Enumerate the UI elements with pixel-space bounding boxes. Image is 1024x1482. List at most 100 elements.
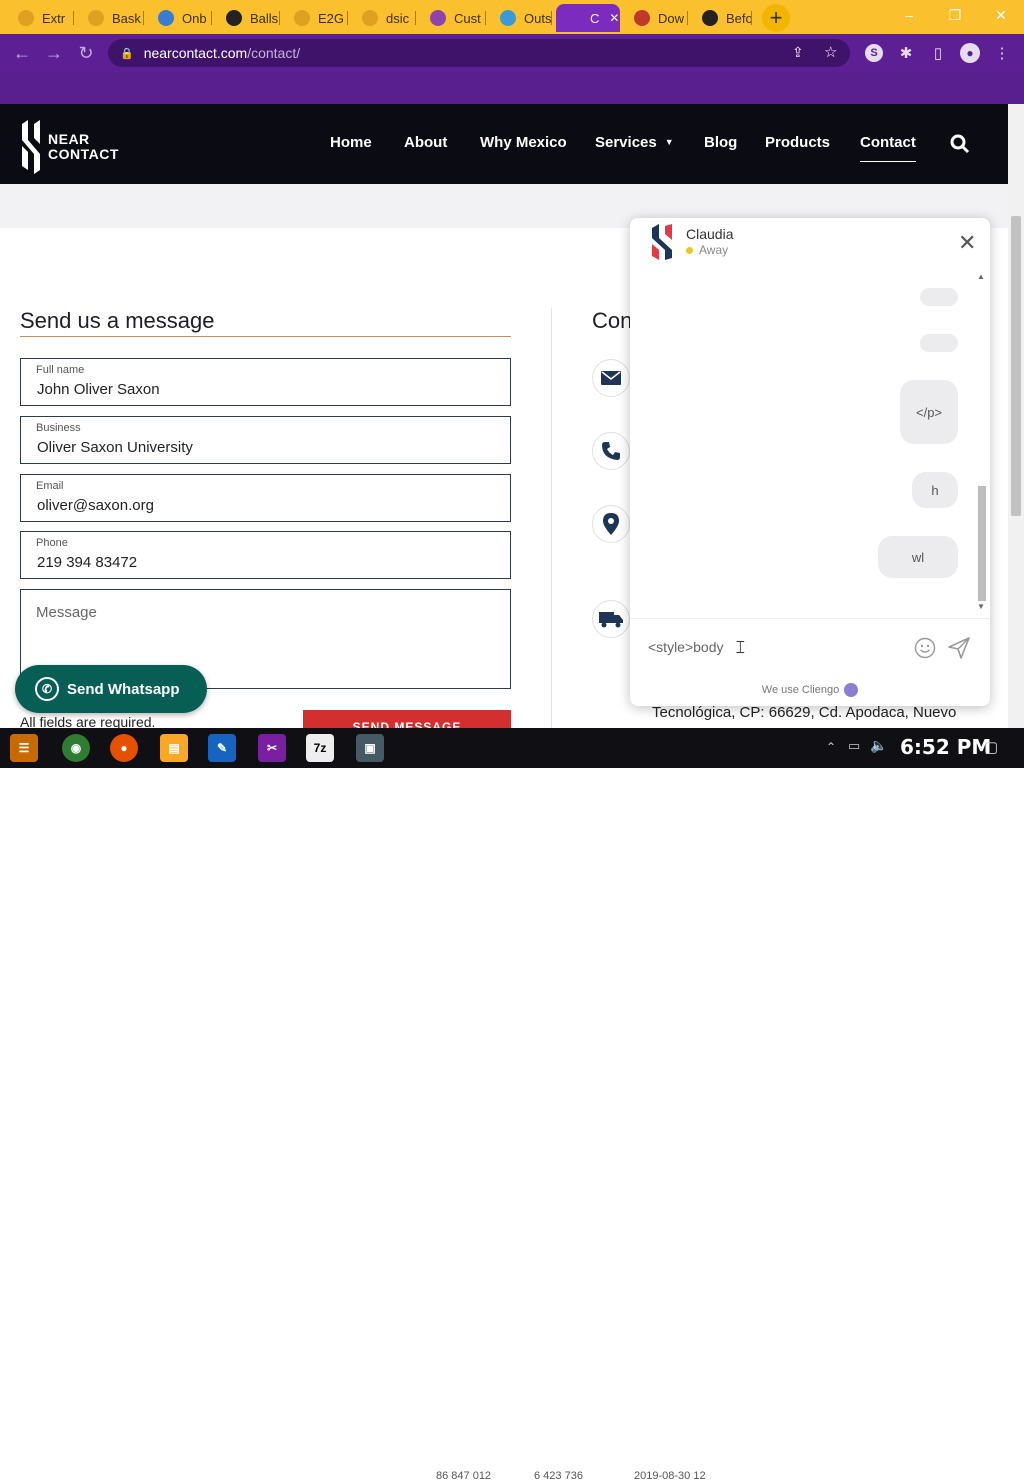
nav-why-mexico[interactable]: Why Mexico — [480, 134, 567, 151]
form-title: Send us a message — [20, 308, 215, 333]
nav-blog[interactable]: Blog — [704, 134, 737, 151]
tab-separator — [73, 11, 74, 25]
chat-header: Claudia Away ✕ — [630, 218, 990, 266]
chat-scrollbar-thumb[interactable] — [978, 486, 986, 601]
tab-separator — [751, 11, 752, 25]
tray-overflow-icon[interactable]: ⌃ — [826, 740, 836, 754]
nav-home[interactable]: Home — [330, 134, 372, 151]
cliengo-credit[interactable]: We use Cliengo — [762, 684, 839, 696]
business-field[interactable]: Business Oliver Saxon University — [20, 416, 511, 464]
full-name-field[interactable]: Full name John Oliver Saxon — [20, 358, 511, 406]
email-field[interactable]: Email oliver@saxon.org — [20, 474, 511, 522]
close-window-button[interactable]: ✕ — [978, 0, 1024, 30]
taskbar-clock[interactable]: 6:52 PM — [900, 735, 991, 759]
tab-label: Onb — [182, 10, 207, 26]
extension-s-icon[interactable]: S — [864, 43, 884, 63]
column-divider — [551, 308, 552, 728]
back-icon[interactable]: ← — [10, 42, 34, 64]
volume-icon[interactable]: 🔈 — [870, 737, 887, 754]
tab-label: Outs — [524, 10, 552, 26]
share-icon[interactable]: ⇪ — [792, 44, 804, 61]
start-button-icon[interactable]: ☰ — [10, 734, 38, 762]
tab-favicon-icon — [18, 10, 34, 26]
chat-message: wl — [878, 536, 958, 578]
phone-field[interactable]: Phone 219 394 83472 — [20, 531, 511, 579]
close-tab-icon[interactable]: ✕ — [609, 11, 619, 25]
tab-label: C — [590, 10, 600, 26]
chat-footer: We use Cliengo — [630, 674, 990, 706]
paint-taskbar-icon[interactable]: ✎ — [208, 734, 236, 762]
nearcontact-logo-icon — [22, 120, 40, 174]
browser-tab[interactable]: dsic — [352, 4, 416, 32]
address-text: Tecnológica, CP: 66629, Cd. Apodaca, Nue… — [652, 704, 957, 721]
envelope-icon — [601, 371, 621, 385]
contact-info-title: Con — [592, 308, 633, 333]
chat-input-value: <style>body — [648, 639, 724, 655]
file-explorer-taskbar-icon[interactable]: ▤ — [160, 734, 188, 762]
browser-tab[interactable]: E2G — [284, 4, 348, 32]
firefox-taskbar-icon[interactable]: ● — [110, 734, 138, 762]
new-tab-button[interactable]: + — [762, 4, 790, 32]
browser-menu-icon[interactable]: ⋮ — [992, 43, 1012, 63]
page-scrollbar[interactable] — [1008, 104, 1024, 728]
browser-tab[interactable]: Onb — [148, 4, 212, 32]
send-message-button[interactable]: SEND MESSAGE — [303, 710, 511, 728]
scroll-up-icon[interactable]: ▲ — [977, 272, 985, 281]
search-icon[interactable] — [950, 134, 970, 154]
minimize-button[interactable]: – — [886, 0, 932, 30]
status-dot-icon — [686, 246, 693, 254]
phone-icon — [602, 442, 620, 460]
browser-tab[interactable]: Bask — [78, 4, 144, 32]
nav-about[interactable]: About — [404, 134, 447, 151]
tab-favicon-icon — [88, 10, 104, 26]
emoji-icon[interactable] — [914, 637, 936, 659]
chat-scrollbar[interactable]: ▲ ▼ — [976, 270, 988, 614]
tab-favicon-icon — [158, 10, 174, 26]
chat-widget: Claudia Away ✕ </p> h wl ▲ ▼ <style>body… — [630, 218, 990, 706]
browser-tab[interactable]: Extr — [8, 4, 74, 32]
browser-tab[interactable]: C ✕ — [556, 4, 620, 32]
send-whatsapp-button[interactable]: ✆ Send Whatsapp — [15, 665, 207, 713]
business-value: Oliver Saxon University — [37, 439, 193, 456]
nav-products[interactable]: Products — [765, 134, 830, 151]
page-scrollbar-thumb[interactable] — [1011, 216, 1021, 516]
extensions-puzzle-icon[interactable]: ✱ — [896, 43, 916, 63]
bookmark-star-icon[interactable]: ☆ — [824, 43, 837, 61]
chat-input[interactable]: <style>body 𝙸 — [630, 618, 990, 674]
scroll-down-icon[interactable]: ▼ — [977, 602, 985, 611]
taskbar-ghost-text: 86 847 012 — [436, 1470, 492, 1482]
browser-tab[interactable]: Outs — [490, 4, 552, 32]
whatsapp-icon: ✆ — [35, 677, 59, 701]
tab-favicon-icon — [500, 10, 516, 26]
chrome-taskbar-icon[interactable]: ◉ — [62, 734, 90, 762]
image-viewer-taskbar-icon[interactable]: ▣ — [356, 734, 384, 762]
7zip-taskbar-icon[interactable]: 7z — [306, 734, 334, 762]
tab-label: Dow — [658, 10, 685, 26]
nav-contact[interactable]: Contact — [860, 134, 916, 162]
close-chat-icon[interactable]: ✕ — [958, 230, 976, 256]
email-value: oliver@saxon.org — [37, 497, 154, 514]
snipping-tool-taskbar-icon[interactable]: ✂ — [258, 734, 286, 762]
nav-services[interactable]: Services ▼ — [595, 134, 674, 151]
site-logo[interactable]: NEAR CONTACT — [20, 120, 119, 174]
send-icon[interactable] — [948, 637, 970, 659]
browser-tab[interactable]: Dow — [624, 4, 688, 32]
tab-label: Befo — [726, 10, 752, 26]
forward-icon[interactable]: → — [42, 42, 66, 64]
address-toolbar: ← → ↻ 🔒 nearcontact.com/contact/ ⇪ ☆ S ✱… — [0, 34, 1024, 72]
location-circle — [592, 505, 630, 543]
tab-separator — [687, 11, 688, 25]
title-underline — [20, 336, 511, 337]
reload-icon[interactable]: ↻ — [74, 42, 98, 64]
browser-tab[interactable]: Cust — [420, 4, 486, 32]
network-icon[interactable]: ▭ — [848, 738, 860, 754]
maximize-button[interactable]: ❐ — [932, 0, 978, 30]
url-bar[interactable]: 🔒 nearcontact.com/contact/ ⇪ ☆ — [108, 39, 850, 67]
browser-tab[interactable]: Balls — [216, 4, 280, 32]
profile-avatar-icon[interactable]: ● — [960, 43, 980, 63]
logo-line-contact: CONTACT — [48, 146, 119, 162]
notifications-icon[interactable]: ▢ — [984, 738, 998, 756]
tab-separator — [347, 11, 348, 25]
sidepanel-icon[interactable]: ▯ — [928, 43, 948, 63]
browser-tab[interactable]: Befo — [692, 4, 752, 32]
